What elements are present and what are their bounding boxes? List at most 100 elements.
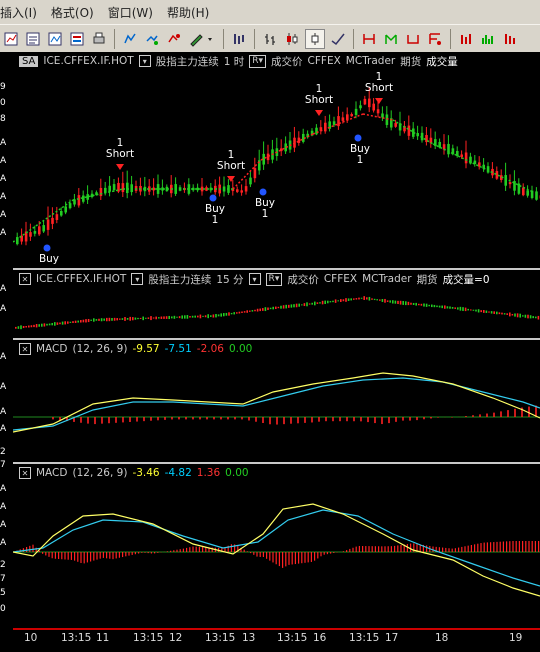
- mini-candle: [173, 315, 176, 319]
- insert-study-icon[interactable]: [121, 30, 139, 48]
- mini-candle: [119, 318, 121, 320]
- candle-body: [394, 122, 397, 127]
- candle-body: [486, 166, 490, 173]
- mini-candle: [358, 297, 360, 300]
- mini-candle: [529, 315, 532, 319]
- mini-candle: [334, 299, 337, 303]
- time-label: 18: [435, 632, 449, 644]
- mini-candle: [485, 310, 488, 313]
- candle-body: [249, 177, 252, 185]
- mini-candle: [277, 306, 280, 309]
- tool-bars-icon[interactable]: [501, 30, 519, 48]
- price-panel-hourly[interactable]: SA ICE.CFFEX.IF.HOT ▾ 股指主力连续 1 时 R ▾ 成交价 …: [13, 52, 540, 268]
- candlestick-active-icon[interactable]: [305, 29, 325, 49]
- toolbar-separator: [353, 29, 354, 49]
- mini-candle: [438, 305, 441, 308]
- mini-candle: [236, 312, 238, 314]
- price-panel-15min[interactable]: ✕ ICE.CFFEX.IF.HOT ▾ 股指主力连续 15 分 ▾ R ▾ 成交…: [13, 270, 540, 338]
- mini-candle: [113, 317, 116, 321]
- menu-help[interactable]: 帮助(H): [167, 4, 209, 21]
- mini-candle: [475, 309, 477, 312]
- time-label: 13:15: [349, 632, 380, 644]
- menu-format[interactable]: 格式(O): [51, 4, 94, 21]
- line-chart-icon[interactable]: [329, 30, 347, 48]
- macd-panel-1[interactable]: ✕ MACD (12, 26, 9) -9.57 -7.51 -2.06 0.0…: [13, 340, 540, 462]
- candle-body: [55, 214, 59, 220]
- mini-candle: [77, 320, 79, 323]
- drawing-tool-icon[interactable]: [187, 30, 217, 48]
- candle-body: [108, 185, 111, 192]
- mini-candle: [184, 315, 186, 319]
- left-label: 7: [0, 460, 6, 470]
- mini-candle: [366, 297, 368, 300]
- menu-window[interactable]: 窗口(W): [108, 4, 153, 21]
- tool-trend-down-icon[interactable]: [382, 30, 400, 48]
- bar-chart-icon[interactable]: [261, 30, 279, 48]
- mini-candle: [90, 319, 92, 321]
- quote-window-icon[interactable]: [68, 30, 86, 48]
- mini-candle: [111, 318, 113, 321]
- candle-body: [495, 171, 499, 179]
- candlestick-icon[interactable]: [283, 30, 301, 48]
- mini-candle: [360, 297, 363, 299]
- candle-body: [522, 187, 525, 196]
- left-label: A: [0, 352, 7, 362]
- new-chart-icon[interactable]: [2, 30, 20, 48]
- mini-candle: [72, 321, 74, 324]
- open-chart-icon[interactable]: [24, 30, 42, 48]
- mini-candle: [428, 304, 430, 307]
- mini-candle: [207, 314, 209, 319]
- mini-candle: [480, 310, 482, 313]
- tool-trend-up-icon[interactable]: [360, 30, 378, 48]
- format-symbol-icon[interactable]: [230, 30, 248, 48]
- trend-line: [260, 133, 314, 161]
- toolbar-separator: [254, 29, 255, 49]
- mini-candle: [519, 313, 521, 318]
- time-axis: 10 13:15 11 13:15 12 13:15 13 13:15 16 1…: [13, 628, 540, 652]
- mini-candle: [457, 307, 459, 310]
- insert-strategy-icon[interactable]: [143, 30, 161, 48]
- candle-body: [350, 114, 353, 117]
- mini-candle: [191, 315, 194, 318]
- mini-candle: [228, 312, 230, 316]
- menu-insert[interactable]: 插入(I): [0, 4, 37, 21]
- macd-panel-2[interactable]: ✕ MACD (12, 26, 9) -3.46 -4.82 1.36 0.00: [13, 464, 540, 628]
- toolbar: [0, 24, 540, 54]
- candle-body: [130, 184, 133, 193]
- mini-candle: [464, 307, 467, 312]
- mini-candle: [433, 304, 436, 308]
- time-label: 16: [313, 632, 327, 644]
- mini-candle: [379, 299, 381, 301]
- mini-candle: [340, 299, 342, 302]
- print-icon[interactable]: [90, 30, 108, 48]
- tool-volume-icon[interactable]: [457, 30, 475, 48]
- mini-candle: [376, 299, 378, 301]
- candle-body: [126, 182, 129, 194]
- mini-candle: [158, 317, 160, 319]
- mini-candle: [516, 313, 519, 318]
- toolbar-separator: [223, 29, 224, 49]
- insert-signal-icon[interactable]: [165, 30, 183, 48]
- mini-candle: [152, 317, 155, 319]
- candle-body: [46, 219, 50, 230]
- mini-candle: [295, 303, 298, 308]
- left-label: A: [0, 424, 7, 434]
- candle-body: [104, 187, 107, 193]
- mini-candle: [506, 313, 508, 315]
- mini-candle: [243, 311, 246, 313]
- mini-candle: [259, 308, 261, 312]
- left-label: A: [0, 156, 7, 166]
- mini-candle: [509, 312, 511, 317]
- tool-histogram-icon[interactable]: [479, 30, 497, 48]
- mini-candle: [397, 300, 399, 305]
- tool-channel-icon[interactable]: [404, 30, 422, 48]
- chart-window-icon[interactable]: [46, 30, 64, 48]
- mini-candle: [405, 301, 407, 306]
- candle-body: [354, 108, 358, 115]
- tool-fib-icon[interactable]: [426, 30, 444, 48]
- mini-candle: [69, 321, 72, 323]
- mini-candle: [87, 318, 90, 323]
- mini-candle: [410, 302, 412, 305]
- mini-candle: [451, 306, 454, 309]
- candle-body: [60, 211, 63, 216]
